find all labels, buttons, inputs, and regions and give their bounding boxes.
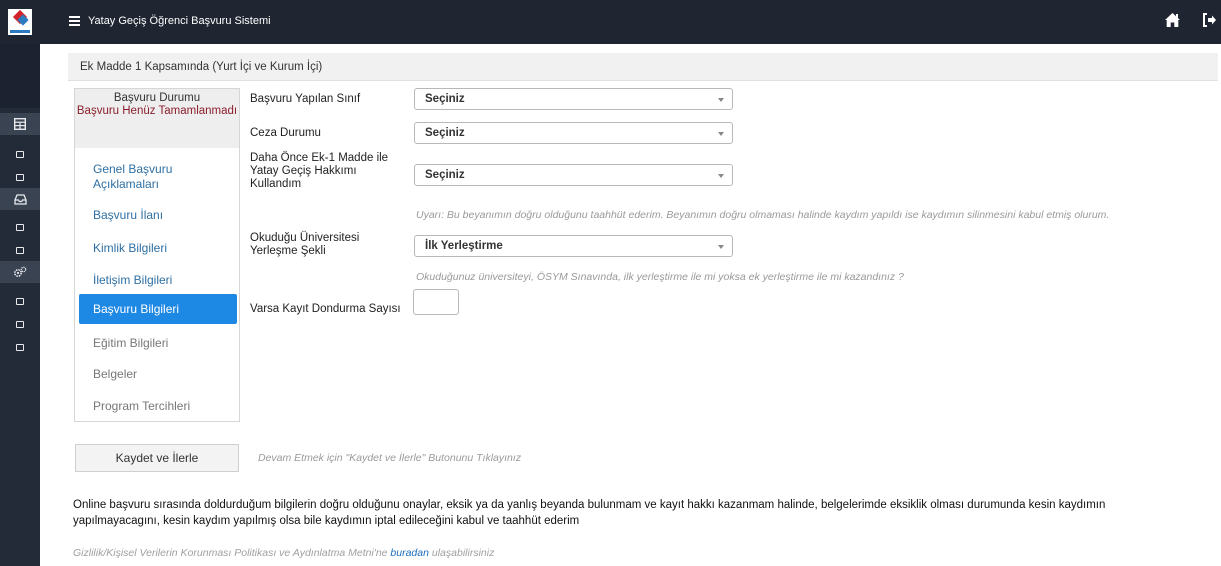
privacy-text-suffix: ulaşabilirsiniz (428, 547, 495, 559)
square-icon[interactable] (0, 336, 40, 358)
university-logo[interactable] (0, 0, 40, 44)
status-box: Başvuru Durumu Başvuru Henüz Tamamlanmad… (74, 88, 240, 151)
status-title: Başvuru Durumu (113, 92, 201, 104)
class-select[interactable]: Seçiniz (414, 88, 733, 110)
nav-item-general[interactable]: Genel Başvuru Açıklamaları (79, 162, 237, 192)
save-and-continue-button[interactable]: Kaydet ve İlerle (75, 444, 239, 472)
class-select-value: Seçiniz (425, 93, 465, 105)
freeze-label: Varsa Kayıt Dondurma Sayısı (250, 303, 401, 315)
nav-item-contact[interactable]: İletişim Bilgileri (79, 273, 237, 287)
main-content: Ek Madde 1 Kapsamında (Yurt İçi ve Kurum… (40, 44, 1221, 566)
inbox-icon[interactable] (0, 188, 40, 210)
nav-item-education[interactable]: Eğitim Bilgileri (79, 336, 237, 350)
placement-select[interactable]: İlk Yerleştirme (414, 235, 733, 257)
menu-icon[interactable] (69, 16, 80, 26)
square-icon[interactable] (0, 290, 40, 312)
section-nav: Genel Başvuru Açıklamaları Başvuru İlanı… (74, 148, 240, 422)
nav-item-identity[interactable]: Kimlik Bilgileri (79, 241, 237, 255)
privacy-notice: Gizlilik/Kişisel Verilerin Korunması Pol… (73, 547, 494, 559)
ek1-label: Daha Önce Ek-1 Madde ile Yatay Geçiş Hak… (250, 152, 389, 190)
square-icon[interactable] (0, 239, 40, 261)
ek1-warning: Uyarı: Bu beyanımın doğru olduğunu taahh… (416, 209, 1110, 221)
square-icon[interactable] (0, 313, 40, 335)
status-badge: Başvuru Henüz Tamamlanmadı (76, 105, 238, 117)
penalty-label: Ceza Durumu (250, 127, 321, 139)
top-bar: Yatay Geçiş Öğrenci Başvuru Sistemi (40, 0, 1221, 44)
nav-item-announcement[interactable]: Başvuru İlanı (79, 208, 237, 222)
privacy-link[interactable]: buradan (390, 547, 429, 559)
table-icon[interactable] (0, 113, 40, 135)
placement-select-value: İlk Yerleştirme (425, 240, 503, 252)
placement-hint: Okuduğunuz üniversiteyi, ÖSYM Sınavında,… (416, 271, 904, 283)
rail-spacer (0, 44, 40, 108)
placement-label: Okuduğu Üniversitesi Yerleşme Şekli (250, 232, 360, 257)
ek1-select-value: Seçiniz (425, 169, 465, 181)
nav-item-application[interactable]: Başvuru Bilgileri (79, 294, 237, 324)
disclaimer-text: Online başvuru sırasında doldurduğum bil… (73, 499, 1106, 527)
page-title: Ek Madde 1 Kapsamında (Yurt İçi ve Kurum… (80, 61, 323, 73)
penalty-select-value: Seçiniz (425, 127, 465, 139)
penalty-select[interactable]: Seçiniz (414, 122, 733, 144)
square-icon[interactable] (0, 216, 40, 238)
privacy-text: Gizlilik/Kişisel Verilerin Korunması Pol… (73, 547, 391, 559)
class-label: Başvuru Yapılan Sınıf (250, 93, 361, 105)
page-header: Ek Madde 1 Kapsamında (Yurt İçi ve Kurum… (68, 53, 1218, 81)
square-icon[interactable] (0, 166, 40, 188)
chevron-down-icon (718, 174, 724, 178)
app-title: Yatay Geçiş Öğrenci Başvuru Sistemi (88, 15, 271, 27)
save-hint: Devam Etmek için "Kaydet ve İlerle" Buto… (258, 452, 522, 464)
nav-item-preferences[interactable]: Program Tercihleri (79, 399, 237, 413)
ek1-select[interactable]: Seçiniz (414, 164, 733, 186)
freeze-count-input[interactable] (413, 289, 459, 315)
chevron-down-icon (718, 245, 724, 249)
logout-icon[interactable] (1202, 13, 1217, 30)
square-icon[interactable] (0, 143, 40, 165)
sidebar-rail (0, 0, 40, 566)
chevron-down-icon (718, 132, 724, 136)
home-icon[interactable] (1164, 12, 1181, 31)
chevron-down-icon (718, 98, 724, 102)
cogs-icon[interactable] (0, 261, 40, 283)
nav-item-documents[interactable]: Belgeler (79, 367, 237, 381)
